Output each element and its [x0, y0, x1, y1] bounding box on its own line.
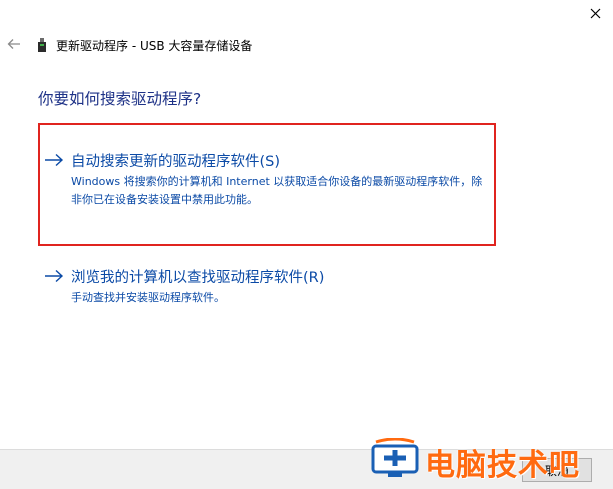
footer-bar: 取消 [0, 449, 613, 489]
close-button[interactable] [577, 0, 613, 26]
right-arrow-icon [45, 153, 64, 167]
title-bar: 更新驱动程序 - USB 大容量存储设备 [0, 30, 613, 62]
auto-search-description: Windows 将搜索你的计算机和 Internet 以获取适合你设备的最新驱动… [71, 175, 483, 206]
browse-computer-description: 手动查找并安装驱动程序软件。 [71, 291, 225, 304]
close-icon [590, 8, 600, 18]
auto-search-title[interactable]: 自动搜索更新的驱动程序软件(S) [71, 150, 280, 171]
update-driver-window: 更新驱动程序 - USB 大容量存储设备 你要如何搜索驱动程序? 自动搜索更新的… [0, 0, 613, 489]
cancel-button[interactable]: 取消 [522, 458, 592, 482]
back-button[interactable] [4, 34, 24, 54]
browse-computer-title[interactable]: 浏览我的计算机以查找驱动程序软件(R) [71, 266, 324, 287]
back-arrow-icon [7, 39, 20, 49]
window-title: 更新驱动程序 - USB 大容量存储设备 [56, 39, 253, 53]
right-arrow-icon [45, 269, 64, 283]
page-heading: 你要如何搜索驱动程序? [38, 90, 202, 108]
usb-drive-icon [38, 38, 46, 52]
